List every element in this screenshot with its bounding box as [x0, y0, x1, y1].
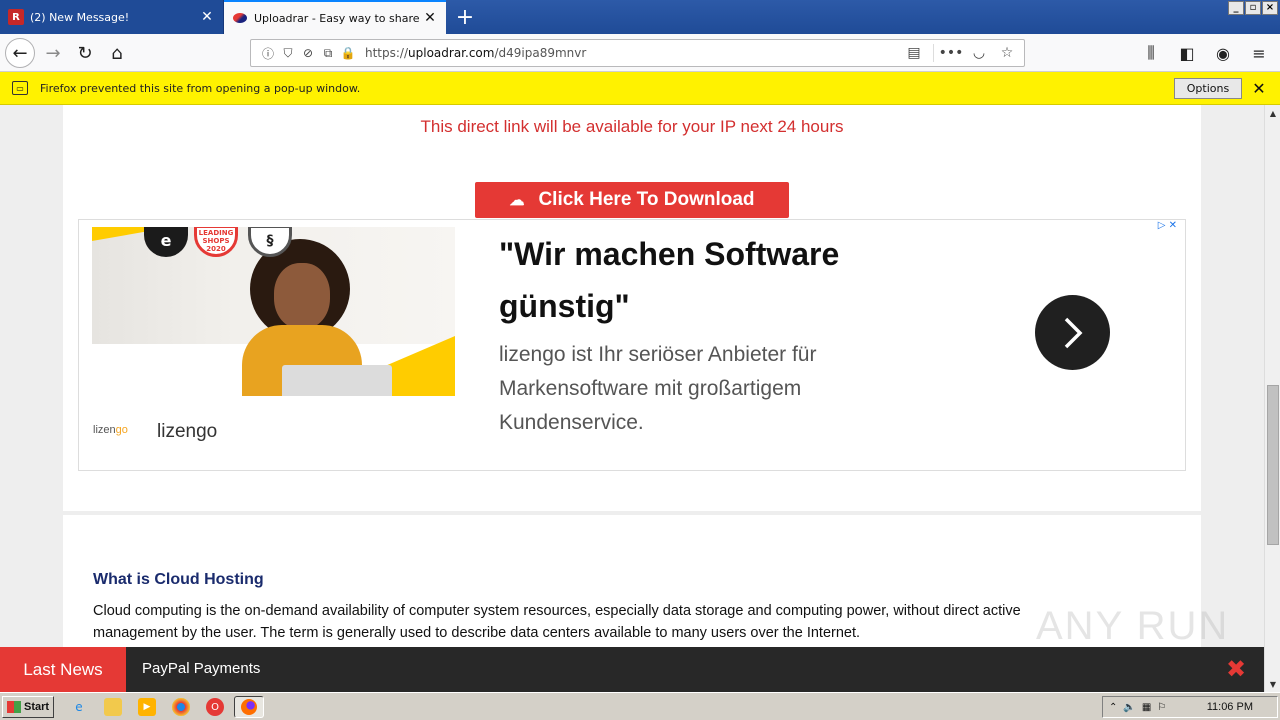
ad-brand-name[interactable]: lizengo [157, 421, 217, 443]
info-icon[interactable]: ⓘ [259, 44, 277, 62]
tab-title: Uploadrar - Easy way to share your files [254, 11, 422, 25]
uploadrar-icon [232, 10, 248, 26]
windows-logo-icon [7, 701, 21, 713]
advertisement[interactable]: ▷ ✕ e LEADING SHOPS 2020 § lizengo lizen… [78, 219, 1186, 471]
windows-taskbar: Start e ▶ O ⌃ 🔈 ▦ ⚐ 11:06 PM [0, 692, 1280, 720]
chrome-icon[interactable] [172, 698, 190, 716]
reload-button[interactable]: ↻ [70, 38, 100, 68]
window-controls: _ ▫ × [1228, 1, 1278, 15]
chevron-right-icon [1064, 317, 1082, 348]
download-card: This direct link will be available for y… [63, 105, 1201, 511]
opera-icon[interactable]: O [206, 698, 224, 716]
section-body: Cloud computing is the on-demand availab… [93, 603, 1021, 641]
firefox-taskbar-button[interactable] [234, 696, 264, 718]
media-player-icon[interactable]: ▶ [138, 698, 156, 716]
url-text[interactable]: https://uploadrar.com/d49ipa89mnvr [365, 46, 586, 60]
news-ticker: Last News PayPal Payments ✖ [0, 647, 1264, 692]
url-bar[interactable]: ⓘ ⛉ ⊘ ⧉ 🔒 https://uploadrar.com/d49ipa89… [250, 39, 1025, 67]
ip-availability-note: This direct link will be available for y… [420, 117, 844, 136]
trusted-shops-seal: e [144, 227, 188, 257]
lizengo-logo: lizengo [93, 424, 128, 436]
ad-choices-icon[interactable]: ▷ ✕ [1158, 220, 1177, 231]
ad-next-button[interactable] [1035, 295, 1110, 370]
firefox-icon [241, 699, 257, 715]
network-icon[interactable]: ▦ [1142, 702, 1151, 713]
library-icon[interactable]: ⫼ [1136, 38, 1166, 68]
menu-icon[interactable]: ≡ [1244, 38, 1274, 68]
info-card: What is Cloud Hosting Cloud computing is… [63, 515, 1201, 647]
options-button[interactable]: Options [1174, 78, 1242, 99]
folder-icon[interactable] [104, 698, 122, 716]
vertical-scrollbar[interactable]: ▲ ▼ [1264, 105, 1280, 692]
ad-image[interactable]: e LEADING SHOPS 2020 § [92, 227, 455, 396]
tab-new-message[interactable]: R (2) New Message! ✕ [0, 0, 224, 34]
more-actions-icon[interactable]: ••• [939, 44, 964, 62]
close-window-button[interactable]: × [1262, 1, 1278, 15]
download-label: Click Here To Download [538, 189, 755, 210]
minimize-button[interactable]: _ [1228, 1, 1244, 15]
leading-shops-seal: LEADING SHOPS 2020 [194, 227, 238, 257]
r-app-icon: R [8, 9, 24, 25]
tab-uploadrar[interactable]: Uploadrar - Easy way to share your files… [224, 0, 446, 34]
close-icon[interactable]: ✕ [199, 9, 215, 25]
close-icon[interactable]: ✕ [422, 10, 438, 26]
scroll-up-icon[interactable]: ▲ [1265, 105, 1280, 121]
url-path: /d49ipa89mnvr [494, 46, 587, 60]
internet-explorer-icon[interactable]: e [70, 698, 88, 716]
restore-button[interactable]: ▫ [1245, 1, 1261, 15]
reader-view-icon[interactable]: ▤ [905, 44, 923, 62]
cloud-download-icon: ☁ [509, 192, 525, 209]
back-button[interactable]: ← [5, 38, 35, 68]
clock[interactable]: 11:06 PM [1207, 701, 1253, 713]
forward-button[interactable]: → [38, 38, 68, 68]
page-viewport: This direct link will be available for y… [0, 105, 1264, 647]
popup-blocked-icon: ▭ [12, 81, 28, 95]
scrollbar-thumb[interactable] [1267, 385, 1279, 545]
volume-icon[interactable]: 🔈 [1123, 702, 1135, 713]
close-icon[interactable]: ✖ [1224, 655, 1248, 683]
start-button[interactable]: Start [2, 696, 54, 718]
tab-strip: R (2) New Message! ✕ Uploadrar - Easy wa… [0, 0, 1280, 34]
notification-message: Firefox prevented this site from opening… [40, 81, 361, 95]
navigation-toolbar: ← → ↻ ⌂ ⓘ ⛉ ⊘ ⧉ 🔒 https://uploadrar.com/… [0, 34, 1280, 72]
ad-description: lizengo ist Ihr seriöser Anbieter für Ma… [499, 343, 817, 434]
pocket-icon[interactable]: ◡ [970, 44, 988, 62]
new-tab-button[interactable]: + [452, 4, 478, 30]
popup-notification-bar: ▭ Firefox prevented this site from openi… [0, 72, 1280, 105]
ticker-label: Last News [0, 647, 126, 692]
popup-blocked-icon[interactable]: ⧉ [319, 44, 337, 62]
shield-icon[interactable]: ⛉ [279, 44, 297, 62]
section-title: What is Cloud Hosting [93, 571, 264, 588]
sidebar-icon[interactable]: ◧ [1172, 38, 1202, 68]
action-center-flag-icon[interactable]: ⚐ [1157, 702, 1166, 713]
home-button[interactable]: ⌂ [102, 38, 132, 68]
tray-expand-icon[interactable]: ⌃ [1109, 702, 1117, 713]
close-icon[interactable]: ✕ [1250, 78, 1268, 98]
anyrun-watermark: ANY RUN [1036, 604, 1230, 648]
url-domain: uploadrar.com [408, 46, 495, 60]
account-icon[interactable]: ◉ [1208, 38, 1238, 68]
smiling-woman-image [242, 239, 392, 396]
system-tray: ⌃ 🔈 ▦ ⚐ 11:06 PM [1102, 696, 1278, 718]
url-scheme: https:// [365, 46, 409, 60]
lock-icon[interactable]: 🔒 [339, 44, 357, 62]
ad-headline[interactable]: "Wir machen Software günstig" [499, 228, 919, 332]
tab-title: (2) New Message! [30, 10, 130, 24]
scroll-down-icon[interactable]: ▼ [1265, 676, 1280, 692]
download-button[interactable]: ☁ Click Here To Download [475, 182, 789, 218]
autoplay-blocked-icon[interactable]: ⊘ [299, 44, 317, 62]
ticker-item[interactable]: PayPal Payments [142, 660, 260, 677]
bookmark-star-icon[interactable]: ☆ [998, 44, 1016, 62]
